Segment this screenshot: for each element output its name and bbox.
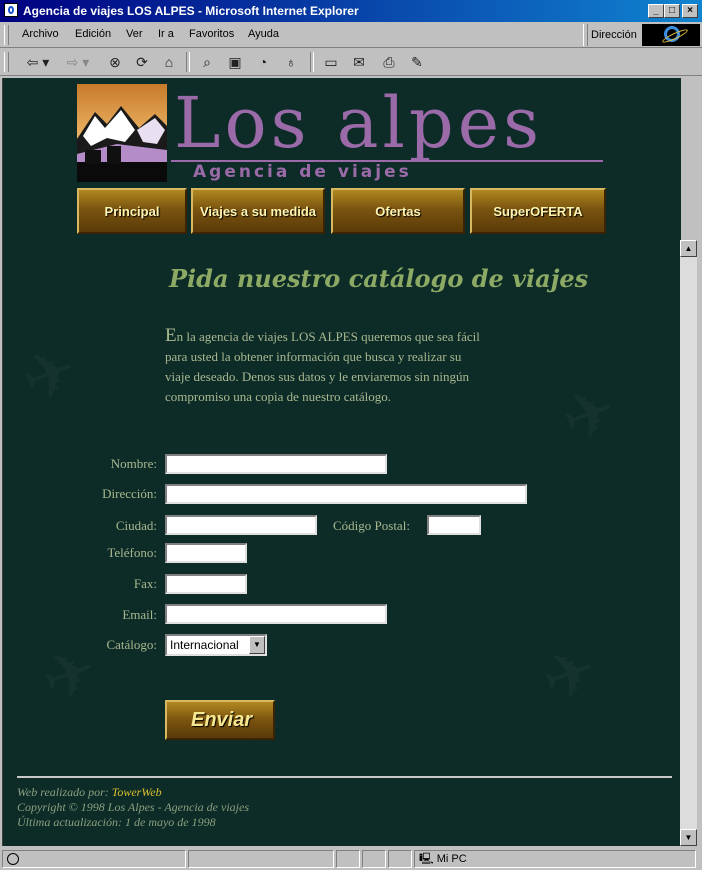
codigo-postal-label: Código Postal: (333, 518, 410, 533)
logo-subtitle: Agencia de viajes (193, 162, 412, 182)
refresh-icon[interactable]: ⟳ (131, 52, 153, 72)
fullscreen-icon[interactable]: ▭ (320, 52, 342, 72)
nav-principal-button[interactable]: Principal (77, 188, 187, 234)
direccion-input[interactable] (165, 484, 527, 504)
catalogo-select[interactable]: Internacional ▼ (165, 634, 267, 656)
email-label: Email: (122, 607, 157, 622)
address-label[interactable]: Dirección (591, 29, 637, 41)
telefono-label: Teléfono: (107, 545, 157, 560)
footer-updated: Última actualización: 1 de mayo de 1998 (17, 815, 216, 829)
minimize-button[interactable]: _ (648, 4, 664, 18)
ciudad-label: Ciudad: (115, 518, 157, 533)
enviar-button[interactable]: Enviar (165, 700, 275, 740)
email-input[interactable] (165, 604, 387, 624)
address-area: Dirección (583, 24, 701, 46)
scroll-down-icon[interactable]: ▼ (680, 829, 697, 846)
logo-title: Los alpes (174, 82, 544, 164)
toolbar-separator (310, 52, 314, 72)
background-plane-watermark: ✈ (12, 331, 88, 420)
back-icon[interactable]: ⇦ ▾ (22, 52, 54, 72)
menu-ayuda[interactable]: Ayuda (248, 28, 279, 40)
menu-grip[interactable] (4, 25, 9, 45)
edit-icon[interactable]: ✎ (406, 52, 428, 72)
channels-icon[interactable]: ♁ (280, 52, 302, 72)
title-bar: Agencia de viajes LOS ALPES - Microsoft … (0, 0, 702, 22)
forward-icon[interactable]: ⇨ ▾ (62, 52, 94, 72)
nombre-input[interactable] (165, 454, 387, 474)
menu-bar: Archivo Edición Ver Ir a Favoritos Ayuda… (0, 22, 702, 48)
catalogo-selected-value: Internacional (170, 638, 239, 652)
background-plane-watermark: ✈ (552, 371, 628, 460)
stop-icon[interactable]: ⊗ (104, 52, 126, 72)
telefono-input[interactable] (165, 543, 247, 563)
status-progress-cell (188, 850, 334, 868)
my-computer-icon: 🖳 (419, 853, 434, 865)
nombre-label: Nombre: (110, 456, 157, 471)
address-grip[interactable] (583, 24, 588, 46)
background-plane-watermark: ✈ (32, 631, 108, 720)
status-text-cell (2, 850, 186, 868)
ie-logo-icon (664, 26, 680, 42)
page-status-icon (7, 853, 19, 866)
toolbar-grip[interactable] (4, 52, 9, 72)
direccion-label: Dirección: (102, 486, 157, 501)
ciudad-input[interactable] (165, 515, 317, 535)
security-zone-cell: 🖳 Mi PC (414, 850, 696, 868)
home-icon[interactable]: ⌂ (158, 52, 180, 72)
background-plane-watermark: ✈ (532, 631, 608, 720)
intro-initial: E (165, 325, 177, 346)
scroll-up-icon[interactable]: ▲ (680, 240, 697, 257)
towerweb-link[interactable]: TowerWeb (112, 785, 162, 799)
search-icon[interactable]: ⌕ (196, 52, 218, 72)
menu-archivo[interactable]: Archivo (22, 28, 59, 40)
security-zone-label: Mi PC (436, 853, 467, 865)
menu-edicion[interactable]: Edición (75, 28, 111, 40)
status-cell (336, 850, 360, 868)
ie-throbber (642, 24, 700, 46)
fax-label: Fax: (133, 576, 157, 591)
intro-text: n la agencia de viajes LOS ALPES queremo… (165, 329, 480, 404)
status-cell (388, 850, 412, 868)
footer-divider (17, 776, 672, 778)
menu-ver[interactable]: Ver (126, 28, 143, 40)
footer: Web realizado por: TowerWeb Copyright © … (17, 785, 249, 830)
footer-copyright: Copyright © 1998 Los Alpes - Agencia de … (17, 800, 249, 814)
status-cell (362, 850, 386, 868)
menu-ir-a[interactable]: Ir a (158, 28, 174, 40)
mail-icon[interactable]: ✉ (348, 52, 370, 72)
vertical-scrollbar[interactable]: ▲ ▼ (680, 240, 697, 846)
window-title: Agencia de viajes LOS ALPES - Microsoft … (23, 4, 359, 18)
nav-ofertas-button[interactable]: Ofertas (331, 188, 465, 234)
toolbar-separator (186, 52, 190, 72)
maximize-button[interactable]: □ (664, 4, 680, 18)
close-button[interactable]: × (682, 4, 698, 18)
menu-favoritos[interactable]: Favoritos (189, 28, 234, 40)
status-bar: 🖳 Mi PC (0, 848, 702, 870)
fax-input[interactable] (165, 574, 247, 594)
page-heading: Pida nuestro catálogo de viajes (169, 264, 589, 293)
intro-paragraph: En la agencia de viajes LOS ALPES querem… (165, 326, 487, 407)
codigo-postal-input[interactable] (427, 515, 481, 535)
catalogo-label: Catálogo: (106, 637, 157, 652)
favorites-icon[interactable]: ▣ (224, 52, 246, 72)
standard-toolbar: ⇦ ▾ ⇨ ▾ ⊗ ⟳ ⌂ ⌕ ▣ ◔ ♁ ▭ ✉ ⎙ ✎ (0, 48, 702, 76)
logo-mountain-image (77, 84, 167, 182)
page-viewport: ✈ ✈ ✈ ✈ Los alpes Agencia de viajes Prin (2, 78, 681, 846)
print-icon[interactable]: ⎙ (378, 52, 400, 72)
history-icon[interactable]: ◔ (252, 52, 274, 72)
nav-superoferta-button[interactable]: SuperOFERTA (470, 188, 606, 234)
chevron-down-icon[interactable]: ▼ (249, 636, 265, 654)
ie-app-icon[interactable] (4, 3, 18, 17)
nav-viajes-a-su-medida-button[interactable]: Viajes a su medida (191, 188, 325, 234)
footer-made-by: Web realizado por: (17, 785, 109, 799)
